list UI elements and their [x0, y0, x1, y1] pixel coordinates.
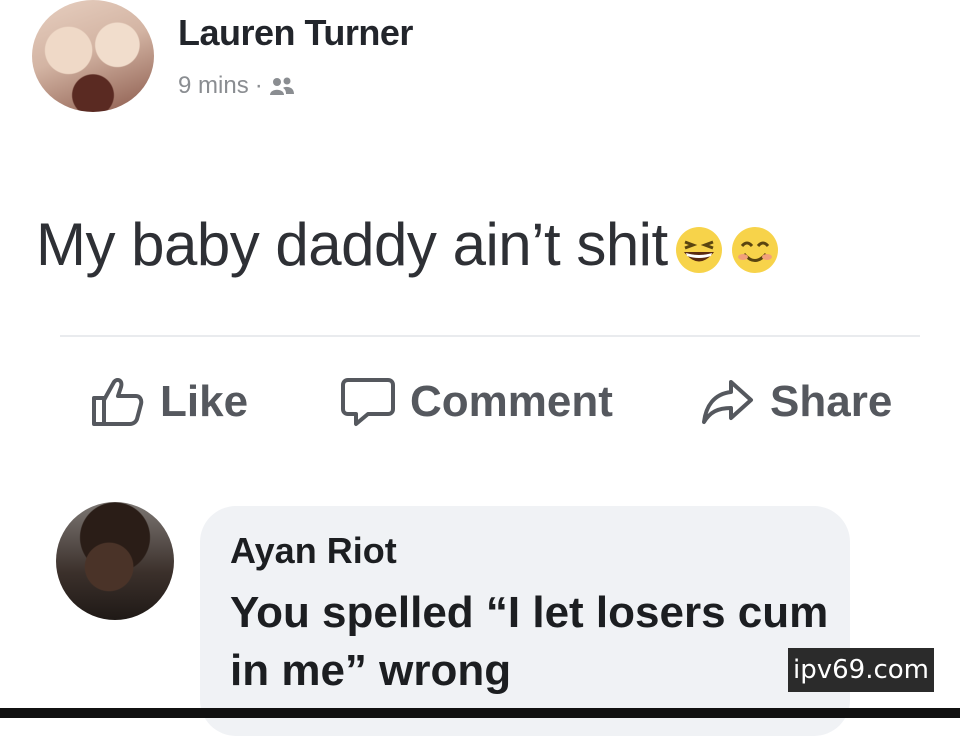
- watermark: ipv69.com: [788, 648, 934, 692]
- commenter-avatar[interactable]: [56, 502, 174, 620]
- like-button[interactable]: Like: [90, 372, 248, 432]
- share-arrow-icon: [700, 376, 756, 428]
- meta-separator: ·: [254, 72, 263, 99]
- comment-author-name[interactable]: Ayan Riot: [230, 530, 397, 572]
- post-meta: 9 mins ·: [178, 72, 295, 100]
- post-actions-bar: Like Comment Share: [0, 372, 960, 432]
- thumbs-up-icon: [90, 376, 146, 428]
- bottom-edge-bar: [0, 708, 960, 718]
- friends-icon[interactable]: [269, 76, 295, 96]
- post-body: My baby daddy ain’t shit: [36, 210, 780, 279]
- grinning-squinting-face-emoji: [674, 220, 724, 273]
- speech-bubble-icon: [340, 376, 396, 428]
- smiling-face-with-smiling-eyes-emoji: [730, 220, 780, 273]
- post-text: My baby daddy ain’t shit: [36, 211, 668, 278]
- share-label: Share: [770, 377, 893, 426]
- comment-label: Comment: [410, 377, 613, 426]
- post-author-avatar[interactable]: [32, 0, 154, 112]
- like-label: Like: [160, 377, 249, 426]
- comment-button[interactable]: Comment: [340, 372, 613, 432]
- actions-divider: [60, 335, 920, 337]
- post-author-name[interactable]: Lauren Turner: [178, 12, 413, 54]
- share-button[interactable]: Share: [700, 372, 892, 432]
- comment-text: You spelled “I let losers cum in me” wro…: [230, 588, 829, 695]
- post-time[interactable]: 9 mins: [178, 72, 249, 100]
